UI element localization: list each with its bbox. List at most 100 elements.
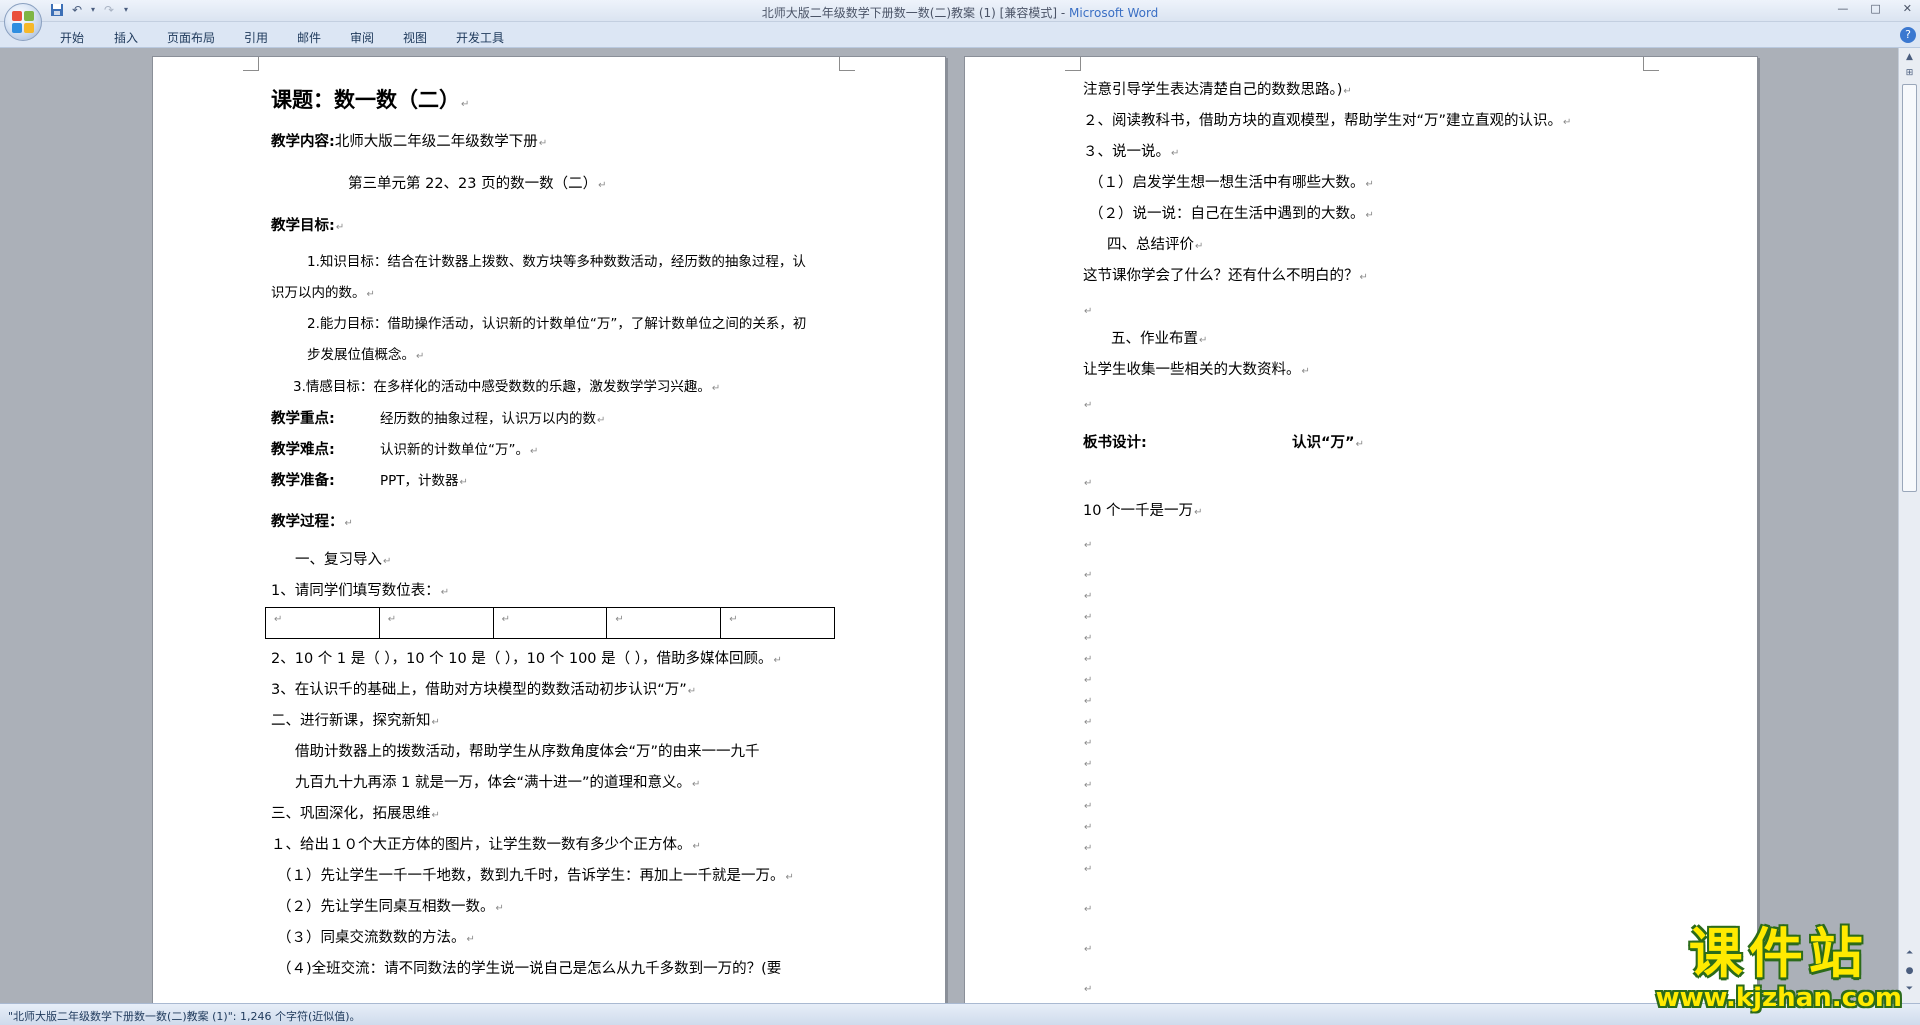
paragraph-line: 注意引导学生表达清楚自己的数数思路。)↵ <box>1083 82 1352 98</box>
goal3-text: 3.情感目标：在多样化的活动中感受数数的乐趣，激发数学学习兴趣。 <box>293 379 711 395</box>
section-1-heading: 一、复习导入↵ <box>295 552 392 568</box>
close-icon[interactable]: ✕ <box>1903 2 1912 15</box>
s3-1-text: １、给出１０个大正方体的图片，让学生数一数有多少个正方体。 <box>271 837 692 853</box>
previous-page-icon[interactable]: ⏶ <box>1902 946 1917 961</box>
empty-paragraph: ↵ <box>1084 904 1093 915</box>
table-cell[interactable]: ↵ <box>380 608 494 638</box>
r7-text: 这节课你学会了什么？还有什么不明白的？ <box>1083 268 1359 284</box>
section-2-paragraph-b: 九百九十九再添 1 就是一万，体会“满十进一”的道理和意义。↵ <box>295 775 701 791</box>
empty-paragraph: ↵ <box>1084 717 1093 728</box>
empty-paragraph: ↵ <box>1084 738 1093 749</box>
goals-label: 教学目标: <box>271 218 335 234</box>
section-3-item-1a: （１）先让学生一千一千地数，数到九千时，告诉学生：再加上一千就是一万。↵ <box>277 868 794 884</box>
next-page-icon[interactable]: ⏷ <box>1902 982 1917 997</box>
tab-references[interactable]: 引用 <box>244 29 268 46</box>
goal-3-line: 3.情感目标：在多样化的活动中感受数数的乐趣，激发数学学习兴趣。↵ <box>293 379 721 395</box>
key-value-text: 经历数的抽象过程，认识万以内的数 <box>380 411 596 427</box>
empty-paragraph: ↵ <box>1084 864 1093 875</box>
scroll-up-arrow-icon[interactable]: ▲ <box>1902 50 1917 65</box>
window-controls: — □ ✕ <box>1837 2 1912 15</box>
sec2-text: 二、进行新课，探究新知 <box>271 713 431 729</box>
office-button[interactable] <box>4 3 42 41</box>
process-label: 教学过程： <box>271 514 344 530</box>
q2-text: 2、10 个 1 是（ ），10 个 10 是（ ），10 个 100 是（ ）… <box>271 651 773 667</box>
tab-review[interactable]: 审阅 <box>350 29 374 46</box>
s3-1c-text: （３）同桌交流数数的方法。 <box>277 930 466 946</box>
paragraph-line: 10 个一千是一万↵ <box>1083 503 1203 519</box>
q1-text: 1、请同学们填写数位表： <box>271 583 440 599</box>
goal-2-line-a: 2.能力目标：借助操作活动，认识新的计数单位“万”，了解计数单位之间的关系，初 <box>307 315 806 333</box>
section-4-heading: 四、总结评价↵ <box>1107 237 1204 253</box>
ruler-toggle-icon[interactable]: ⊞ <box>1902 66 1917 81</box>
empty-paragraph: ↵ <box>1084 984 1093 995</box>
r5-text: （２）说一说：自己在生活中遇到的大数。 <box>1089 206 1365 222</box>
s3-1b-text: （２）先让学生同桌互相数一数。 <box>277 899 495 915</box>
empty-paragraph: ↵ <box>1084 944 1093 955</box>
board-value-text: 认识“万” <box>1292 435 1355 451</box>
question-2: 2、10 个 1 是（ ），10 个 10 是（ ），10 个 100 是（ ）… <box>271 651 782 667</box>
goal-1-line-a: 1.知识目标：结合在计数器上拨数、数方块等多种数数活动，经历数的抽象过程，认 <box>307 253 806 271</box>
section-5-heading: 五、作业布置↵ <box>1111 331 1208 347</box>
difficulty-value: 认识新的计数单位“万”。↵ <box>380 442 539 458</box>
content-label: 教学内容: <box>271 134 335 150</box>
table-cell[interactable]: ↵ <box>721 608 834 638</box>
empty-paragraph: ↵ <box>1084 306 1093 317</box>
empty-paragraph: ↵ <box>1084 759 1093 770</box>
preparation-label: 教学准备: <box>271 473 335 489</box>
tab-home[interactable]: 开始 <box>60 29 84 46</box>
browse-object-icon[interactable]: ● <box>1902 964 1917 979</box>
watermark-url: www.kjzhan.com <box>1655 983 1902 1013</box>
table-cell[interactable]: ↵ <box>266 608 380 638</box>
section-2-paragraph-a: 借助计数器上的拨数活动，帮助学生从序数角度体会“万”的由来一一九千 <box>295 743 760 761</box>
empty-paragraph: ↵ <box>1084 400 1093 411</box>
empty-paragraph: ↵ <box>1084 654 1093 665</box>
document-workspace: 课题：数一数（二） ↵ 教学内容:北师大版二年级二年级数学下册 ↵ 第三单元第 22… <box>0 48 1898 1003</box>
app-name: Microsoft Word <box>1069 6 1159 20</box>
content-value: 北师大版二年级二年级数学下册 <box>334 134 538 150</box>
tab-page-layout[interactable]: 页面布局 <box>167 29 215 46</box>
vertical-scrollbar[interactable]: ▲ ⊞ ⏶ ● ⏷ <box>1898 48 1920 1003</box>
empty-paragraph: ↵ <box>1084 675 1093 686</box>
goal1-b-text: 识万以内的数。 <box>271 285 366 301</box>
tab-developer[interactable]: 开发工具 <box>456 29 504 46</box>
goal1-a-text: 1.知识目标：结合在计数器上拨数、数方块等多种数数活动，经历数的抽象过程，认 <box>307 254 806 270</box>
empty-paragraph: ↵ <box>1084 696 1093 707</box>
document-page-2[interactable]: 注意引导学生表达清楚自己的数数思路。)↵ ２、阅读教科书，借助方块的直观模型，帮… <box>964 56 1758 1003</box>
tab-insert[interactable]: 插入 <box>114 29 138 46</box>
prep-value-text: PPT，计数器 <box>380 473 459 489</box>
empty-paragraph: ↵ <box>1084 801 1093 812</box>
r9-text: 让学生收集一些相关的大数资料。 <box>1083 362 1301 378</box>
scrollbar-thumb[interactable] <box>1902 84 1917 492</box>
section-3-item-1: １、给出１０个大正方体的图片，让学生数一数有多少个正方体。↵ <box>271 837 701 853</box>
document-page-1[interactable]: 课题：数一数（二） ↵ 教学内容:北师大版二年级二年级数学下册 ↵ 第三单元第 22… <box>152 56 946 1003</box>
help-icon[interactable]: ? <box>1900 27 1916 43</box>
paragraph-line: ２、阅读教科书，借助方块的直观模型，帮助学生对“万”建立直观的认识。↵ <box>1083 113 1572 129</box>
table-cell[interactable]: ↵ <box>494 608 608 638</box>
tab-mailings[interactable]: 邮件 <box>297 29 321 46</box>
p2a-text: 借助计数器上的拨数活动，帮助学生从序数角度体会“万”的由来一一九千 <box>295 744 760 760</box>
watermark-logo: 课件站 www.kjzhan.com <box>1655 924 1902 1013</box>
r1-text: 注意引导学生表达清楚自己的数数思路。) <box>1083 82 1343 98</box>
section-2-heading: 二、进行新课，探究新知↵ <box>271 713 440 729</box>
margin-corner-tr <box>839 57 855 71</box>
question-1: 1、请同学们填写数位表：↵ <box>271 583 450 599</box>
place-value-table[interactable]: ↵ ↵ ↵ ↵ ↵ <box>265 607 835 639</box>
office-logo-icon <box>12 11 34 33</box>
table-cell[interactable]: ↵ <box>607 608 722 638</box>
goal-1-line-b: 识万以内的数。↵ <box>271 285 375 301</box>
sec3-text: 三、巩固深化，拓展思维 <box>271 806 431 822</box>
board-design-value: 认识“万”↵ <box>1292 435 1364 451</box>
tab-view[interactable]: 视图 <box>403 29 427 46</box>
content-line-2: 第三单元第 22、23 页的数一数（二）↵ <box>348 176 607 192</box>
s3-1d-text: （４)全班交流：请不同数法的学生说一说自己是怎么从九千多数到一万的？(要 <box>277 961 782 977</box>
title-text: 课题：数一数（二） <box>271 88 460 112</box>
window-title: 北师大版二年级数学下册数一数(二)教案 (1) [兼容模式] - Microso… <box>0 4 1920 21</box>
empty-paragraph: ↵ <box>1084 591 1093 602</box>
key-point-label: 教学重点: <box>271 411 335 427</box>
minimize-icon[interactable]: — <box>1837 2 1848 15</box>
sec1-text: 一、复习导入 <box>295 552 382 568</box>
r3-text: ３、说一说。 <box>1083 144 1170 160</box>
maximize-icon[interactable]: □ <box>1870 2 1880 15</box>
diff-value-text: 认识新的计数单位“万”。 <box>380 442 529 458</box>
document-title: 北师大版二年级数学下册数一数(二)教案 (1) [兼容模式] - <box>761 6 1070 20</box>
